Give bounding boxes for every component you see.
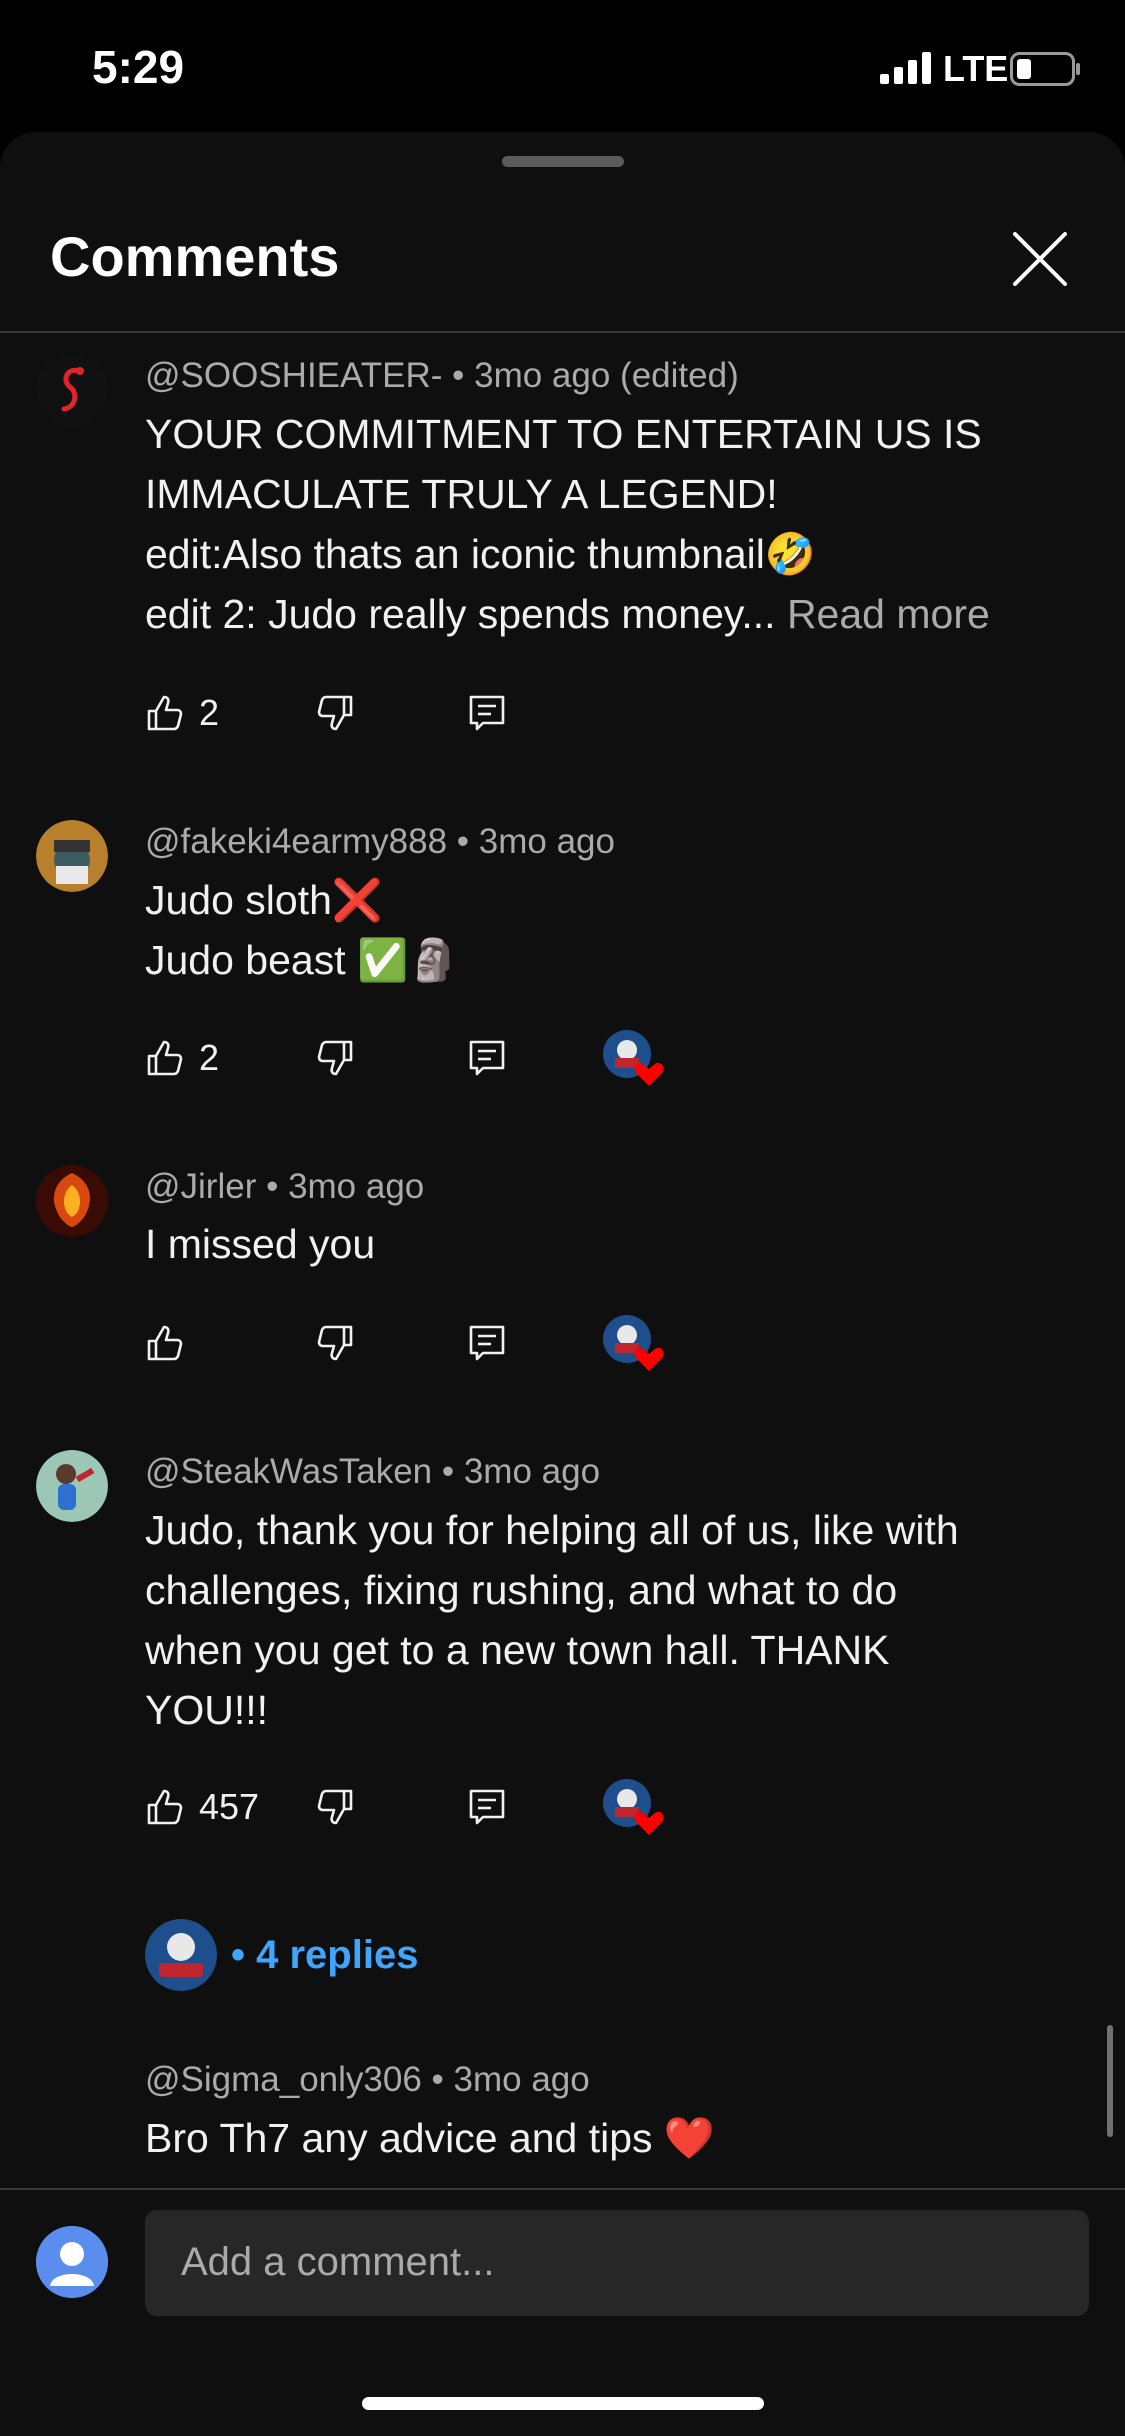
reply-icon — [469, 1325, 505, 1361]
input-divider — [0, 2188, 1125, 2190]
thumbs-down-icon — [317, 1325, 353, 1361]
comment-meta: @SteakWasTaken • 3mo ago — [145, 1452, 601, 1491]
network-label: LTE — [943, 48, 1009, 89]
dislike-button[interactable] — [315, 1028, 355, 1088]
comment-actions: 2 — [145, 1028, 745, 1088]
dislike-button[interactable] — [315, 1313, 355, 1373]
comment-line: edit 2: Judo really spends money... Read… — [145, 591, 990, 637]
comment-line: when you get to a new town hall. THANK — [145, 1627, 890, 1673]
reply-button[interactable] — [467, 1313, 507, 1373]
avatar[interactable] — [36, 820, 108, 892]
comment-input-placeholder: Add a comment... — [181, 2240, 495, 2284]
like-count: 457 — [199, 1786, 260, 1827]
comment-meta: @Sigma_only306 • 3mo ago — [145, 2060, 590, 2099]
comment-author[interactable]: @SOOSHIEATER- — [145, 356, 442, 395]
drag-handle[interactable] — [502, 156, 624, 167]
thumbs-up-icon — [147, 1789, 183, 1825]
avatar[interactable] — [36, 1165, 108, 1237]
sheet-title: Comments — [50, 225, 340, 288]
comment-actions: 2 — [145, 683, 745, 743]
status-bar: 5:29 LTE — [0, 0, 1125, 135]
thumbs-up-icon — [147, 695, 183, 731]
battery-icon — [1010, 52, 1080, 86]
read-more-link[interactable]: Read more — [787, 591, 990, 637]
like-count: 2 — [199, 1037, 220, 1078]
comment-line: YOU!!! — [145, 1687, 269, 1733]
dislike-button[interactable] — [315, 1777, 355, 1837]
comment-line: edit:Also thats an iconic thumbnail🤣 — [145, 531, 816, 577]
comment-line: Judo, thank you for helping all of us, l… — [145, 1507, 959, 1553]
signal-icon — [880, 52, 931, 84]
view-replies-button[interactable]: • 4 replies — [145, 1915, 418, 1995]
header-divider — [0, 331, 1125, 333]
comment-text: Judo sloth❌ Judo beast ✅🗿 — [145, 870, 1065, 990]
dislike-button[interactable] — [315, 683, 355, 743]
thumbs-down-icon — [317, 1789, 353, 1825]
comment-text: Judo, thank you for helping all of us, l… — [145, 1500, 1065, 1740]
like-button[interactable]: 2 — [145, 1028, 219, 1088]
reply-button[interactable] — [467, 1777, 507, 1837]
comment-author[interactable]: @Jirler — [145, 1167, 256, 1206]
comment-line: Bro Th7 any advice and tips ❤️ — [145, 2115, 715, 2161]
comment-line: challenges, fixing rushing, and what to … — [145, 1567, 898, 1613]
reply-button[interactable] — [467, 1028, 507, 1088]
comment-meta: @fakeki4earmy888 • 3mo ago — [145, 822, 615, 861]
comment-actions: 457 — [145, 1777, 745, 1837]
like-button[interactable]: 2 — [145, 683, 219, 743]
comment-meta: @Jirler • 3mo ago — [145, 1167, 425, 1206]
reply-icon — [469, 1040, 505, 1076]
comment-time: 3mo ago — [288, 1167, 425, 1206]
creator-heart-icon — [603, 1030, 664, 1086]
comment-actions — [145, 1313, 745, 1373]
like-button[interactable]: 457 — [145, 1777, 259, 1837]
comment-line: Judo beast ✅🗿 — [145, 937, 460, 983]
user-avatar — [36, 2226, 108, 2298]
avatar[interactable] — [36, 355, 108, 427]
comment-author[interactable]: @Sigma_only306 — [145, 2060, 422, 2099]
creator-avatar — [145, 1919, 217, 1991]
reply-icon — [469, 695, 505, 731]
comment-time: 3mo ago — [453, 2060, 590, 2099]
avatar[interactable] — [36, 1450, 108, 1522]
comment-text: Bro Th7 any advice and tips ❤️ — [145, 2108, 1065, 2168]
comment-line: IMMACULATE TRULY A LEGEND! — [145, 471, 778, 517]
close-icon[interactable] — [1005, 224, 1075, 294]
comment-text: YOUR COMMITMENT TO ENTERTAIN US IS IMMAC… — [145, 404, 1065, 644]
home-indicator[interactable] — [362, 2397, 764, 2410]
thumbs-up-icon — [147, 1040, 183, 1076]
creator-heart-icon — [603, 1315, 664, 1371]
thumbs-down-icon — [317, 695, 353, 731]
reply-button[interactable] — [467, 683, 507, 743]
comment-time: 3mo ago (edited) — [474, 356, 739, 395]
comment-text: I missed you — [145, 1214, 1065, 1274]
like-count: 2 — [199, 692, 220, 733]
comment-line: Judo sloth❌ — [145, 877, 383, 923]
comment-time: 3mo ago — [478, 822, 615, 861]
like-button[interactable] — [145, 1313, 185, 1373]
reply-icon — [469, 1789, 505, 1825]
scrollbar[interactable] — [1107, 2025, 1113, 2137]
thumbs-down-icon — [317, 1040, 353, 1076]
thumbs-up-icon — [147, 1325, 183, 1361]
comment-time: 3mo ago — [463, 1452, 601, 1491]
creator-heart-icon — [603, 1779, 664, 1835]
comment-line: YOUR COMMITMENT TO ENTERTAIN US IS — [145, 411, 982, 457]
comment-input[interactable]: Add a comment... — [145, 2210, 1089, 2316]
comment-author[interactable]: @SteakWasTaken — [145, 1452, 432, 1491]
status-time: 5:29 — [92, 41, 185, 93]
replies-count: • 4 replies — [231, 1932, 419, 1977]
comment-author[interactable]: @fakeki4earmy888 — [145, 822, 447, 861]
comment-line: I missed you — [145, 1221, 376, 1267]
comment-meta: @SOOSHIEATER- • 3mo ago (edited) — [145, 356, 739, 395]
